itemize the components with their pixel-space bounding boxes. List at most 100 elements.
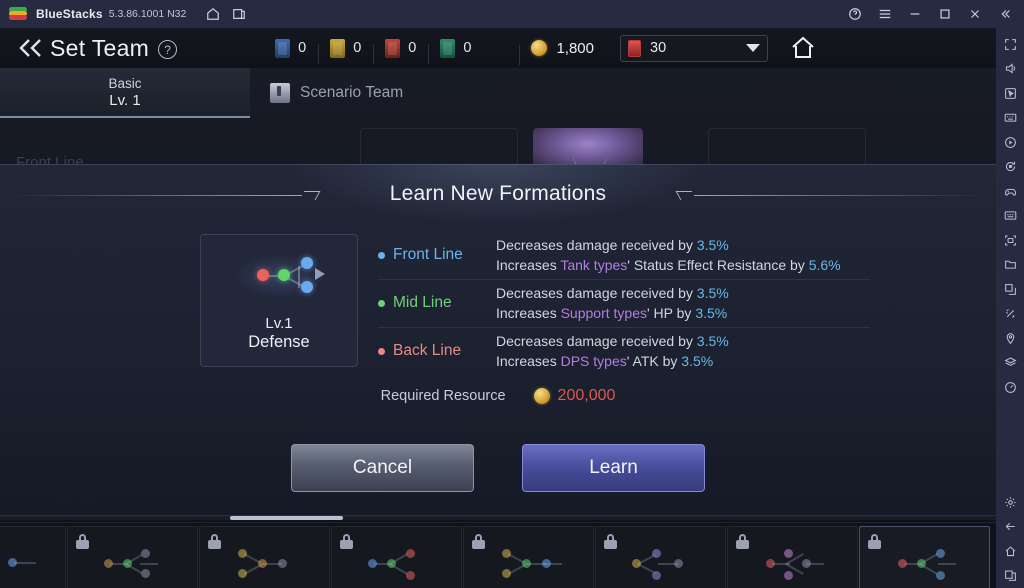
formation-card-6[interactable]: Tactical: [727, 526, 858, 588]
back-dot: [257, 269, 269, 281]
effect-name: Front Line: [393, 246, 463, 263]
resource-green-card[interactable]: 0: [428, 38, 483, 64]
formation-card-5[interactable]: Pincer Attack: [595, 526, 726, 588]
effect-name: Back Line: [393, 342, 462, 359]
mid-dot: [278, 269, 290, 281]
formation-diagram: [200, 235, 358, 315]
record-icon[interactable]: [996, 130, 1024, 155]
formation-card-4[interactable]: Bombardment: [463, 526, 594, 588]
layers-icon[interactable]: [996, 351, 1024, 376]
formation-card-2[interactable]: Ranged: [199, 526, 330, 588]
formation-card-0[interactable]: ...mation: [0, 526, 66, 588]
gamepad-icon[interactable]: [996, 179, 1024, 204]
effect-row-front-line: Front Line Decreases damage received by …: [378, 231, 878, 279]
formation-mini-diagram: [596, 541, 727, 585]
resource-counters: 0 0 0 0: [263, 38, 483, 64]
pointer-icon[interactable]: [996, 81, 1024, 106]
cancel-button[interactable]: Cancel: [291, 444, 474, 492]
recents-icon[interactable]: [996, 564, 1024, 588]
folder-icon[interactable]: [996, 253, 1024, 278]
maximize-icon[interactable]: [930, 0, 960, 28]
macro-icon[interactable]: [996, 204, 1024, 229]
formation-effects-list: Front Line Decreases damage received by …: [378, 231, 878, 375]
back-arrow-icon[interactable]: [14, 33, 48, 63]
tab-basic-label: Basic: [108, 75, 142, 91]
formation-mini-diagram: [0, 541, 67, 585]
shake-icon[interactable]: [996, 302, 1024, 327]
resource-red-card[interactable]: 0: [373, 38, 428, 64]
title-flourish-right: [675, 190, 988, 200]
effect-line-1: Decreases damage received by 3.5%: [496, 333, 729, 349]
window-controls: [840, 0, 1024, 28]
green-card-icon: [440, 38, 456, 58]
formation-card-3[interactable]: Infiltration: [331, 526, 462, 588]
eco-mode-icon[interactable]: [996, 375, 1024, 400]
title-flourish-left: [8, 190, 321, 200]
gold-counter[interactable]: 1,800: [519, 39, 606, 65]
effect-label: Mid Line: [378, 294, 496, 312]
tab-scenario-team[interactable]: Scenario Team: [270, 68, 403, 118]
resource-yellow-card[interactable]: 0: [318, 38, 373, 64]
direction-arrow-icon: [315, 268, 325, 280]
bluestacks-logo-icon: [9, 7, 27, 21]
formation-scrollbar-thumb[interactable]: [230, 516, 343, 520]
modal-title: Learn New Formations: [389, 182, 607, 205]
bg-team-slot[interactable]: [360, 128, 518, 168]
formation-mini-diagram: [200, 541, 331, 585]
help-icon[interactable]: [840, 0, 870, 28]
learn-button[interactable]: Learn: [522, 444, 705, 492]
fullscreen-icon[interactable]: [996, 32, 1024, 57]
settings-icon[interactable]: [996, 490, 1024, 515]
bg-team-slot[interactable]: [708, 128, 866, 168]
resource-value: 0: [463, 40, 472, 56]
formation-card-1[interactable]: Rush Formation: [67, 526, 198, 588]
gold-value: 1,800: [556, 39, 594, 57]
hero-portrait[interactable]: [533, 128, 643, 168]
effect-line-2: Increases Support types' HP by 3.5%: [496, 305, 728, 321]
screenshot-icon[interactable]: [996, 228, 1024, 253]
multi-instance-icon[interactable]: [226, 0, 252, 28]
home-button[interactable]: [786, 33, 820, 63]
formation-scrollbar-track[interactable]: [0, 516, 996, 520]
energy-selector[interactable]: 30: [620, 34, 768, 62]
home-icon[interactable]: [996, 539, 1024, 564]
home-icon[interactable]: [200, 0, 226, 28]
bluestacks-titlebar: BlueStacks 5.3.86.1001 N32: [0, 0, 1024, 28]
effect-line-2: Increases DPS types' ATK by 3.5%: [496, 353, 714, 369]
chevron-down-icon[interactable]: [746, 44, 760, 52]
resource-value: 0: [298, 40, 307, 56]
close-icon[interactable]: [960, 0, 990, 28]
location-icon[interactable]: [996, 326, 1024, 351]
required-resource-label: Required Resource: [380, 388, 506, 404]
formation-card-7[interactable]: Defense: [859, 526, 990, 588]
help-icon[interactable]: ?: [158, 40, 178, 59]
game-viewport: Set Team ? 0 0 0 0 1,800 30 Basic Lv. 1 …: [0, 28, 996, 588]
keyboard-icon[interactable]: [996, 106, 1024, 131]
formation-mini-diagram: [332, 541, 463, 585]
menu-icon[interactable]: [870, 0, 900, 28]
required-resource-row: Required Resource 200,000: [0, 387, 996, 405]
rotate-icon[interactable]: [996, 155, 1024, 180]
back-icon[interactable]: [996, 515, 1024, 540]
tab-scenario-label: Scenario Team: [300, 84, 404, 101]
front-dot-bottom: [301, 281, 313, 293]
app-name: BlueStacks: [36, 7, 103, 21]
bluestacks-sidebar: [996, 28, 1024, 588]
front-dot-top: [301, 257, 313, 269]
page-title: Set Team: [50, 34, 150, 61]
tab-basic[interactable]: Basic Lv. 1: [0, 68, 250, 118]
back-line-bullet-icon: [378, 347, 385, 355]
energy-icon: [628, 39, 641, 57]
resource-blue-card[interactable]: 0: [263, 38, 318, 58]
red-card-icon: [385, 38, 401, 58]
copy-icon[interactable]: [996, 277, 1024, 302]
minimize-icon[interactable]: [900, 0, 930, 28]
game-header: Set Team ? 0 0 0 0 1,800 30: [0, 28, 996, 68]
preview-name: Defense: [248, 333, 310, 351]
link-line: [298, 266, 300, 288]
collapse-icon[interactable]: [990, 0, 1020, 28]
formation-cards: ...mation Rush Formation: [0, 526, 991, 588]
volume-icon[interactable]: [996, 57, 1024, 82]
formation-mini-diagram: [68, 541, 199, 585]
learn-formations-modal: Learn New Formations Lv.1 Defense Front …: [0, 164, 996, 516]
